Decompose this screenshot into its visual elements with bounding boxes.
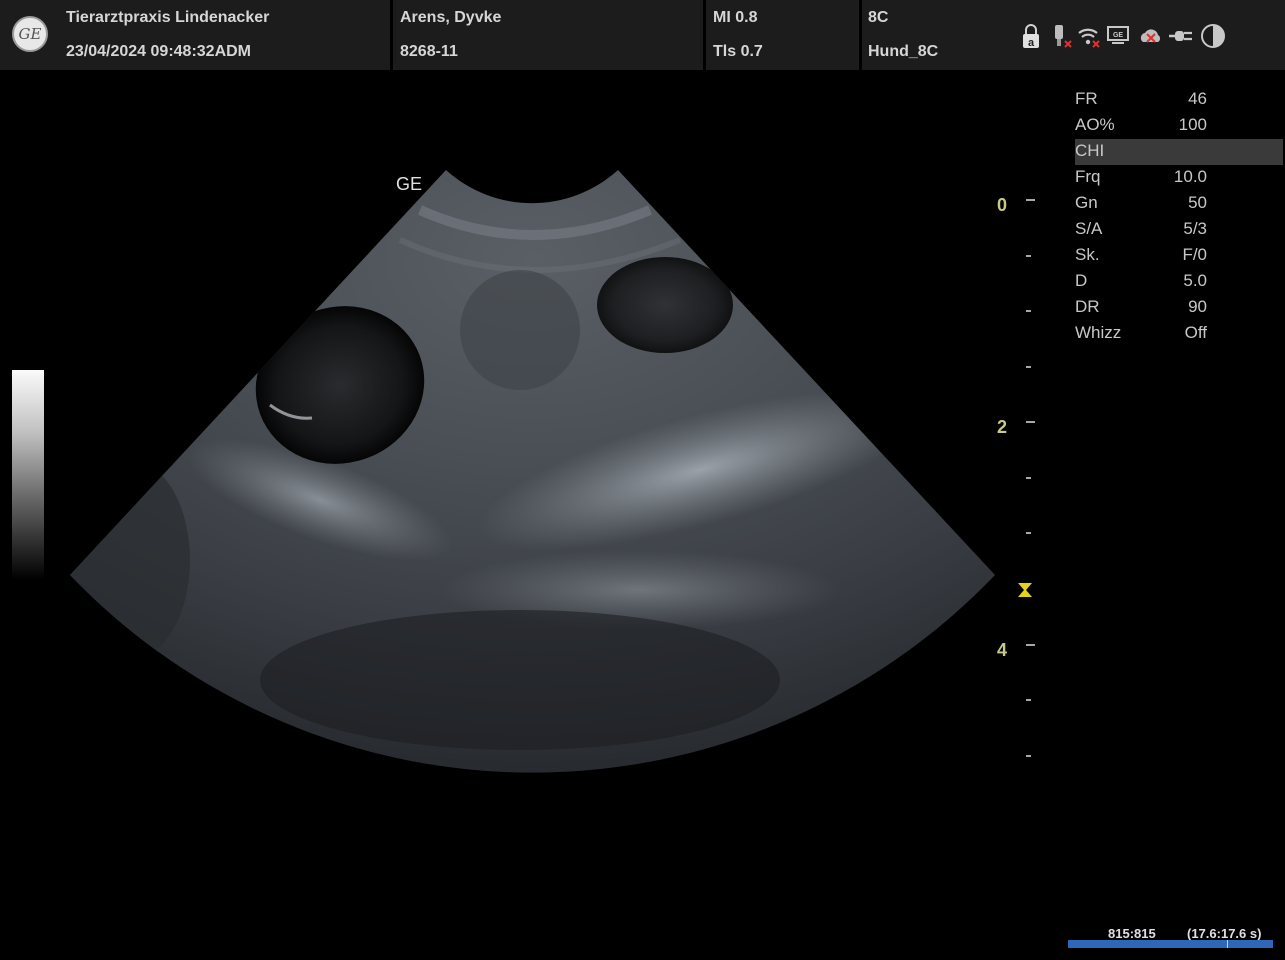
parameter-panel: FR 46 AO% 100 CHI Frq 10.0 Gn 50 S/A 5/3 Sk. F… xyxy=(1075,87,1283,347)
param-value: 5.0 xyxy=(1183,271,1207,290)
param-row-frq: Frq 10.0 xyxy=(1075,165,1283,191)
param-row-whizz: Whizz Off xyxy=(1075,321,1283,347)
depth-tick xyxy=(1026,255,1031,257)
param-value: 50 xyxy=(1188,193,1207,212)
depth-label: 2 xyxy=(997,417,1008,437)
cine-loop-indicator[interactable]: 815:815 (17.6:17.6 s) xyxy=(1068,924,1273,950)
param-value: 10.0 xyxy=(1173,167,1207,186)
depth-label: 0 xyxy=(997,195,1008,215)
focus-marker-icon[interactable] xyxy=(1017,582,1033,598)
depth-tick xyxy=(1026,532,1031,534)
depth-tick xyxy=(1026,310,1031,312)
cine-progress-bar[interactable] xyxy=(1068,940,1273,948)
param-row-d: D 5.0 xyxy=(1075,269,1283,295)
param-row-dr: DR 90 xyxy=(1075,295,1283,321)
depth-tick-major xyxy=(1026,199,1035,201)
param-row-gn: Gn 50 xyxy=(1075,191,1283,217)
depth-tick xyxy=(1026,477,1031,479)
param-key: CHI xyxy=(1075,141,1105,160)
param-row-fr: FR 46 xyxy=(1075,87,1283,113)
cyst-right xyxy=(597,257,733,353)
param-value: 5/3 xyxy=(1183,219,1207,238)
depth-tick xyxy=(1026,755,1031,757)
depth-tick xyxy=(1026,699,1031,701)
param-value: 100 xyxy=(1178,115,1207,134)
image-corner-label: GE xyxy=(396,174,423,194)
param-row-sk: Sk. F/0 xyxy=(1075,243,1283,269)
depth-label: 4 xyxy=(997,640,1008,660)
param-row-ao: AO% 100 xyxy=(1075,113,1283,139)
cine-position-marker[interactable] xyxy=(1227,940,1228,948)
depth-tick-major xyxy=(1026,421,1035,423)
cine-time: (17.6:17.6 s) xyxy=(1187,926,1262,941)
param-value: 46 xyxy=(1188,89,1207,108)
depth-tick-major xyxy=(1026,644,1035,646)
depth-tick xyxy=(1026,366,1031,368)
param-value: Off xyxy=(1184,323,1207,342)
param-value: 90 xyxy=(1188,297,1207,316)
cine-frames: 815:815 xyxy=(1108,926,1156,941)
param-row-sa: S/A 5/3 xyxy=(1075,217,1283,243)
param-row-chi: CHI xyxy=(1075,139,1283,165)
param-value: F/0 xyxy=(1182,245,1207,264)
